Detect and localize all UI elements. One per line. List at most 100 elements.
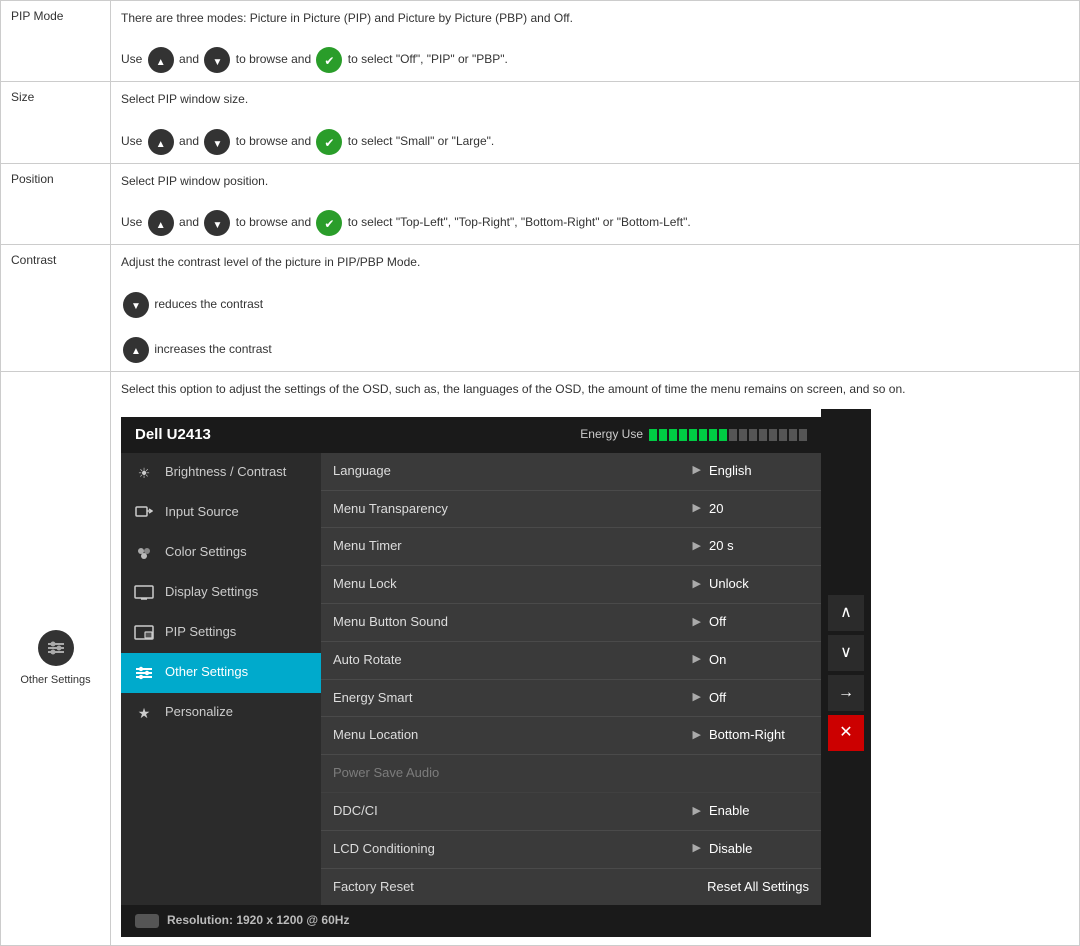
use-text-3: Use <box>121 215 146 229</box>
up-icon-pip <box>148 47 174 73</box>
table-row-other-settings: Other Settings Select this option to adj… <box>1 371 1080 945</box>
table-row: Position Select PIP window position. Use… <box>1 163 1080 244</box>
sidebar-item-input[interactable]: Input Source <box>121 493 321 533</box>
row-label-position: Position <box>1 163 111 244</box>
menu-row-factory-reset[interactable]: Factory Reset ▶ Reset All Settings <box>321 869 821 906</box>
menu-label-transparency: Menu Transparency <box>333 499 685 520</box>
sidebar-item-other[interactable]: Other Settings <box>121 653 321 693</box>
browse-text-3: to browse and <box>236 215 315 229</box>
menu-label-timer: Menu Timer <box>333 536 685 557</box>
sidebar-label-input: Input Source <box>165 502 239 523</box>
check-icon-pos <box>316 210 342 236</box>
arrow-transparency: ▶ <box>693 500 701 518</box>
energy-seg <box>699 429 707 441</box>
menu-row-transparency[interactable]: Menu Transparency ▶ 20 <box>321 491 821 529</box>
energy-seg <box>649 429 657 441</box>
reduces-text: reduces the contrast <box>154 297 263 311</box>
row-label-size: Size <box>1 82 111 163</box>
main-table: PIP Mode There are three modes: Picture … <box>0 0 1080 946</box>
other-icon <box>133 662 155 684</box>
position-desc: Select PIP window position. <box>121 174 268 188</box>
osd-header: Dell U2413 Energy Use <box>121 417 821 453</box>
arrow-energy-smart: ▶ <box>693 689 701 707</box>
arrow-lock: ▶ <box>693 576 701 594</box>
input-icon <box>133 502 155 524</box>
sidebar-item-personalize[interactable]: ★ Personalize <box>121 693 321 733</box>
sidebar-label-display: Display Settings <box>165 582 258 603</box>
nav-down-button[interactable]: ∨ <box>828 635 864 671</box>
page-wrapper: PIP Mode There are three modes: Picture … <box>0 0 1080 946</box>
menu-value-location: Bottom-Right <box>709 725 809 746</box>
osd-body: ☀ Brightness / Contrast <box>121 453 821 906</box>
menu-value-button-sound: Off <box>709 612 809 633</box>
row-content-size: Select PIP window size. Use and to brows… <box>111 82 1080 163</box>
row-label-contrast: Contrast <box>1 245 111 372</box>
menu-value-auto-rotate: On <box>709 650 809 671</box>
check-icon-pip <box>316 47 342 73</box>
menu-row-timer[interactable]: Menu Timer ▶ 20 s <box>321 528 821 566</box>
size-select-text: to select "Small" or "Large". <box>348 134 494 148</box>
menu-row-location[interactable]: Menu Location ▶ Bottom-Right <box>321 717 821 755</box>
osd-resolution: Resolution: 1920 x 1200 @ 60Hz <box>167 911 349 930</box>
table-row: Contrast Adjust the contrast level of th… <box>1 245 1080 372</box>
menu-value-timer: 20 s <box>709 536 809 557</box>
menu-value-energy-smart: Off <box>709 688 809 709</box>
table-row: Size Select PIP window size. Use and to … <box>1 82 1080 163</box>
row-content-contrast: Adjust the contrast level of the picture… <box>111 245 1080 372</box>
sidebar-label-brightness: Brightness / Contrast <box>165 462 286 483</box>
row-label-other-settings: Other Settings <box>1 371 111 945</box>
sidebar-item-pip[interactable]: PIP Settings <box>121 613 321 653</box>
color-icon <box>133 542 155 564</box>
arrow-button-sound: ▶ <box>693 614 701 632</box>
menu-row-lock[interactable]: Menu Lock ▶ Unlock <box>321 566 821 604</box>
pip-mode-desc: There are three modes: Picture in Pictur… <box>121 11 573 25</box>
menu-row-lcd-conditioning[interactable]: LCD Conditioning ▶ Disable <box>321 831 821 869</box>
display-icon <box>133 582 155 604</box>
energy-seg <box>689 429 697 441</box>
sidebar-item-brightness[interactable]: ☀ Brightness / Contrast <box>121 453 321 493</box>
menu-label-power-save-audio: Power Save Audio <box>333 763 809 784</box>
menu-row-button-sound[interactable]: Menu Button Sound ▶ Off <box>321 604 821 642</box>
nav-close-button[interactable]: ✕ <box>828 715 864 751</box>
energy-seg <box>749 429 757 441</box>
down-icon-pos <box>204 210 230 236</box>
arrow-auto-rotate: ▶ <box>693 651 701 669</box>
nav-up-button[interactable]: ∧ <box>828 595 864 631</box>
menu-label-energy-smart: Energy Smart <box>333 688 685 709</box>
menu-row-auto-rotate[interactable]: Auto Rotate ▶ On <box>321 642 821 680</box>
energy-seg <box>729 429 737 441</box>
menu-row-power-save-audio: Power Save Audio <box>321 755 821 793</box>
osd-menu: Dell U2413 Energy Use <box>121 417 821 937</box>
row-content-pip-mode: There are three modes: Picture in Pictur… <box>111 1 1080 82</box>
energy-seg <box>789 429 797 441</box>
up-icon-pos <box>148 210 174 236</box>
menu-value-transparency: 20 <box>709 499 809 520</box>
energy-seg <box>659 429 667 441</box>
and-text-2: and <box>179 134 202 148</box>
sidebar-label-color: Color Settings <box>165 542 247 563</box>
sidebar-item-display[interactable]: Display Settings <box>121 573 321 613</box>
arrow-timer: ▶ <box>693 538 701 556</box>
menu-row-ddc-ci[interactable]: DDC/CI ▶ Enable <box>321 793 821 831</box>
menu-label-location: Menu Location <box>333 725 685 746</box>
down-icon-size <box>204 129 230 155</box>
menu-value-factory-reset: Reset All Settings <box>707 877 809 898</box>
brightness-icon: ☀ <box>133 462 155 484</box>
menu-row-language[interactable]: Language ▶ English <box>321 453 821 491</box>
menu-value-ddc-ci: Enable <box>709 801 809 822</box>
nav-close-icon: ✕ <box>839 720 852 746</box>
contrast-desc: Adjust the contrast level of the picture… <box>121 255 420 269</box>
nav-right-button[interactable]: → <box>828 675 864 711</box>
arrow-location: ▶ <box>693 727 701 745</box>
energy-seg <box>719 429 727 441</box>
sidebar-label-pip: PIP Settings <box>165 622 236 643</box>
nav-buttons-panel: ∧ ∨ → ✕ <box>821 409 871 937</box>
osd-menu-content: Language ▶ English Menu Transparency ▶ 2… <box>321 453 821 906</box>
use-text: Use <box>121 53 146 67</box>
sidebar-item-color[interactable]: Color Settings <box>121 533 321 573</box>
menu-row-energy-smart[interactable]: Energy Smart ▶ Off <box>321 680 821 718</box>
menu-label-lcd-conditioning: LCD Conditioning <box>333 839 685 860</box>
menu-value-lcd-conditioning: Disable <box>709 839 809 860</box>
menu-label-factory-reset: Factory Reset <box>333 877 683 898</box>
energy-seg <box>759 429 767 441</box>
